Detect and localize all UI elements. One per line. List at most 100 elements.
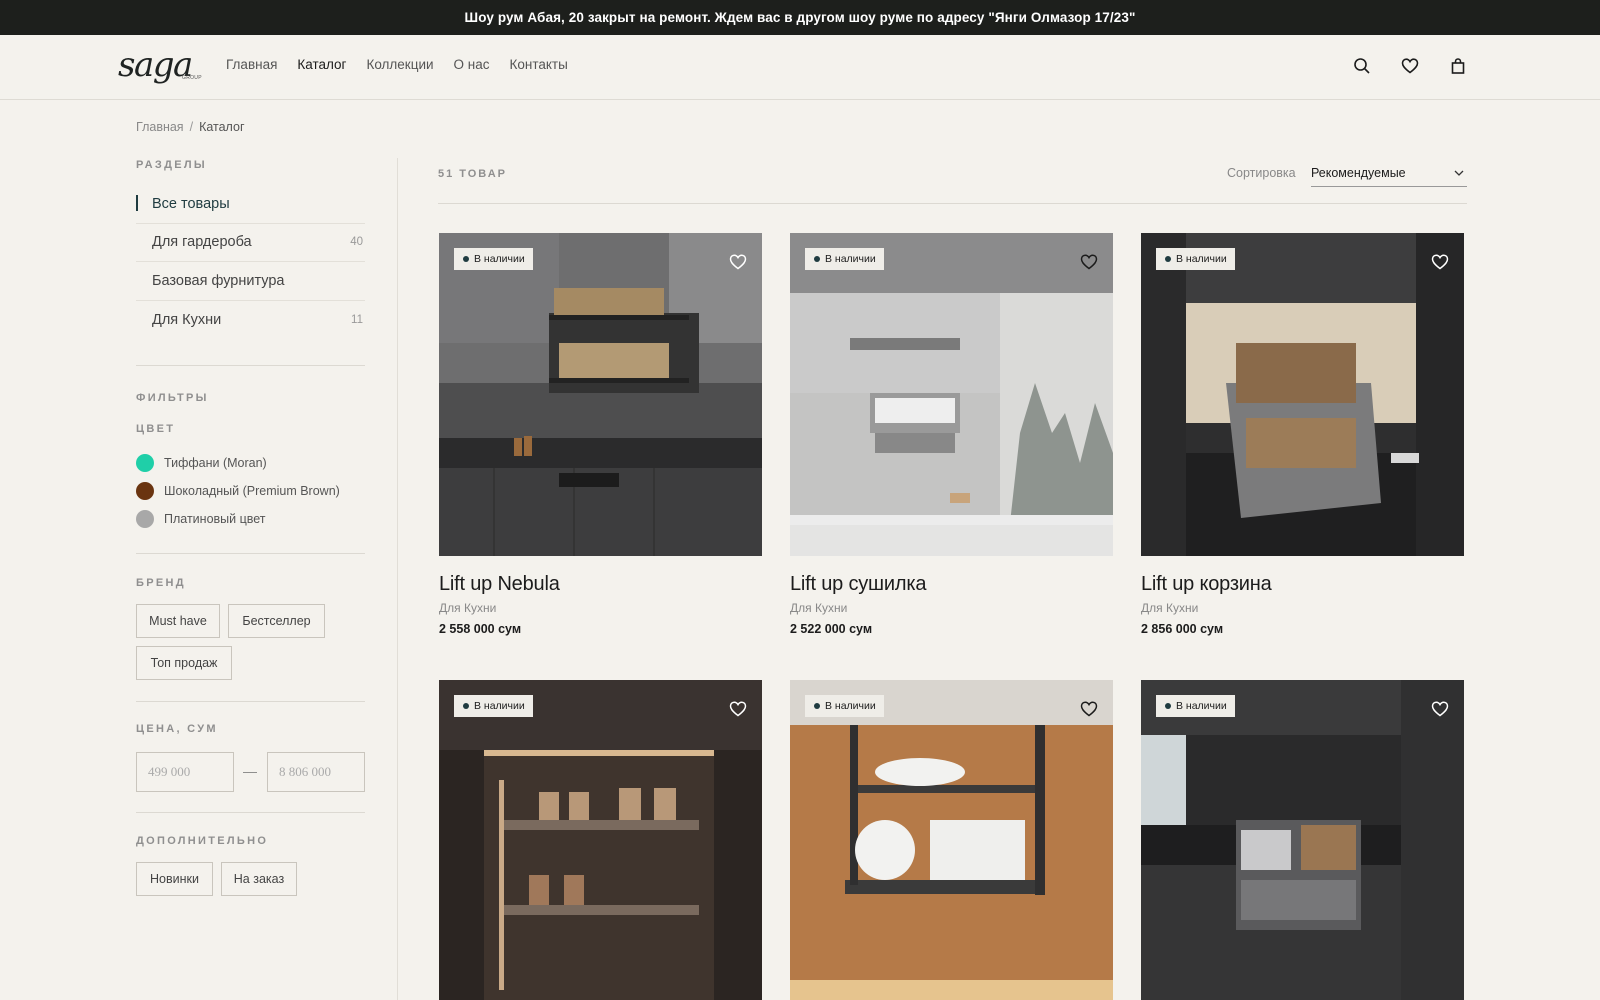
extra-filter-title: ДОПОЛНИТЕЛЬНО [136,835,269,847]
sort-value: Рекомендуемые [1311,166,1406,180]
nav-contacts[interactable]: Контакты [510,57,568,72]
color-swatch [136,454,154,472]
sidebar-separator [397,158,398,1000]
announcement-text: Шоу рум Абая, 20 закрыт на ремонт. Ждем … [464,10,1136,25]
stock-badge: В наличии [454,695,533,717]
logo[interactable]: saga GROUP [118,45,202,85]
filters-title: ФИЛЬТРЫ [136,392,209,404]
brand-filter-title: БРЕНД [136,577,186,589]
favorite-heart-icon[interactable] [729,700,747,718]
product-name[interactable]: Lift up Nebula [439,573,762,596]
section-item-label: Все товары [152,195,230,212]
sections-title: РАЗДЕЛЫ [136,159,207,171]
sidebar-divider [136,812,365,813]
product-photo [1141,233,1464,556]
product-image[interactable]: В наличии [790,680,1113,1000]
price-range-separator: — [243,763,257,779]
favorite-heart-icon[interactable] [1431,253,1449,271]
color-option-label: Тиффани (Moran) [164,456,267,470]
sidebar-divider [136,553,365,554]
logo-word: saga [118,45,193,85]
section-item-label: Базовая фурнитура [152,272,285,289]
sidebar-divider [136,701,365,702]
logo-sub: GROUP [182,75,202,81]
price-filter-title: ЦЕНА, СУМ [136,723,218,735]
color-option-platinum[interactable]: Платиновый цвет [136,510,266,528]
section-item-kitchen[interactable]: Для Кухни 11 [136,301,365,340]
brand-chip-top-sales[interactable]: Топ продаж [136,646,232,680]
bag-icon[interactable] [1449,57,1467,75]
product-image[interactable]: В наличии [1141,680,1464,1000]
stock-badge: В наличии [1156,248,1235,270]
product-card[interactable]: В наличии [790,680,1113,1000]
nav-catalog[interactable]: Каталог [297,57,346,72]
nav-home[interactable]: Главная [226,57,277,72]
product-price: 2 522 000 сум [790,622,873,636]
color-option-chocolate[interactable]: Шоколадный (Premium Brown) [136,482,340,500]
favorite-heart-icon[interactable] [1080,700,1098,718]
price-max-input[interactable]: 8 806 000 [267,752,365,792]
site-header: saga GROUP Главная Каталог Коллекции О н… [0,35,1600,100]
sort-select[interactable]: Рекомендуемые [1311,164,1467,187]
product-card[interactable]: В наличии Lift up корзина Для Кухни 2 85… [1141,233,1464,636]
product-image[interactable]: В наличии [1141,233,1464,556]
breadcrumb-current: Каталог [199,120,245,134]
section-item-count: 40 [350,236,363,249]
product-card[interactable]: В наличии [439,680,762,1000]
nav-about[interactable]: О нас [454,57,490,72]
section-item-all[interactable]: Все товары [136,185,365,224]
main-nav: Главная Каталог Коллекции О нас Контакты [226,57,588,72]
product-name[interactable]: Lift up сушилка [790,573,1113,596]
section-item-label: Для Кухни [152,311,222,328]
nav-collections[interactable]: Коллекции [366,57,433,72]
favorite-heart-icon[interactable] [1080,253,1098,271]
color-filter-title: ЦВЕТ [136,423,176,435]
stock-badge: В наличии [1156,695,1235,717]
color-swatch [136,482,154,500]
sort-label: Сортировка [1227,166,1296,180]
chevron-down-icon [1454,170,1464,176]
stock-badge: В наличии [805,695,884,717]
product-category: Для Кухни [439,601,497,615]
product-card[interactable]: В наличии [1141,680,1464,1000]
section-item-label: Для гардероба [152,234,252,251]
search-icon[interactable] [1353,57,1371,75]
brand-chip-must-have[interactable]: Must have [136,604,220,638]
color-option-label: Платиновый цвет [164,512,266,526]
breadcrumb: Главная / Каталог [136,120,245,134]
section-item-basic[interactable]: Базовая фурнитура [136,262,365,301]
product-image[interactable]: В наличии [790,233,1113,556]
product-image[interactable]: В наличии [439,680,762,1000]
product-price: 2 558 000 сум [439,622,522,636]
extra-chip-on-order[interactable]: На заказ [221,862,297,896]
product-price: 2 856 000 сум [1141,622,1224,636]
sidebar-divider [136,365,365,366]
price-min-input[interactable]: 499 000 [136,752,234,792]
brand-chip-bestseller[interactable]: Бестселлер [228,604,325,638]
breadcrumb-separator: / [189,120,194,134]
color-option-label: Шоколадный (Premium Brown) [164,484,340,498]
product-photo [439,233,762,556]
announcement-bar: Шоу рум Абая, 20 закрыт на ремонт. Ждем … [0,0,1600,35]
section-item-wardrobe[interactable]: Для гардероба 40 [136,224,365,262]
product-card[interactable]: В наличии Lift up сушилка Для Кухни 2 52… [790,233,1113,636]
product-photo [1141,680,1464,1000]
stock-badge: В наличии [454,248,533,270]
heart-icon[interactable] [1401,57,1419,75]
favorite-heart-icon[interactable] [1431,700,1449,718]
product-photo [790,680,1113,1000]
product-category: Для Кухни [790,601,848,615]
product-photo [439,680,762,1000]
extra-chip-new[interactable]: Новинки [136,862,213,896]
product-name[interactable]: Lift up корзина [1141,573,1464,596]
favorite-heart-icon[interactable] [729,253,747,271]
color-option-tiffany[interactable]: Тиффани (Moran) [136,454,267,472]
product-image[interactable]: В наличии [439,233,762,556]
product-count: 51 ТОВАР [438,168,507,180]
breadcrumb-home[interactable]: Главная [136,120,184,134]
stock-badge: В наличии [805,248,884,270]
sections-list: Все товары Для гардероба 40 Базовая фурн… [136,185,365,339]
color-swatch [136,510,154,528]
section-item-count: 11 [351,313,363,326]
product-card[interactable]: В наличии Lift up Nebula Для Кухни 2 558… [439,233,762,636]
